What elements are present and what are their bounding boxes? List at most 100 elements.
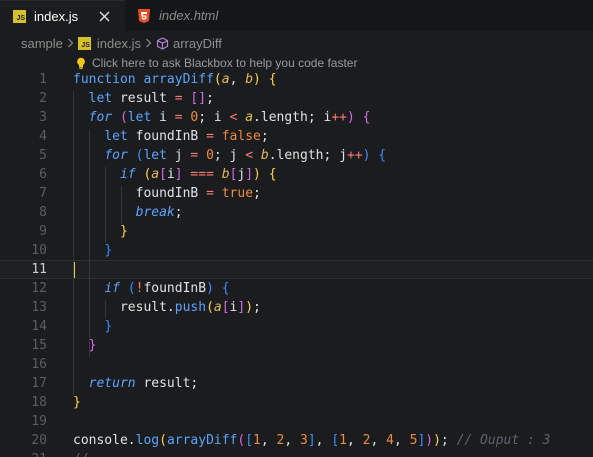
indent-guide (89, 129, 90, 357)
code-token: , (370, 433, 387, 448)
code-token: } (104, 319, 113, 334)
code-token: , (315, 433, 332, 448)
code-token: [ (221, 300, 230, 315)
code-token: if (119, 167, 136, 182)
code-token: log (135, 433, 160, 448)
code-token: = (206, 186, 214, 201)
code-token: ( (127, 281, 136, 296)
code-token: } (73, 395, 81, 410)
line-number: 10 (31, 243, 47, 258)
code-token: let (127, 110, 160, 125)
code-line[interactable]: 16 (0, 355, 593, 374)
code-token: for (104, 148, 128, 163)
code-line[interactable]: 19 (0, 412, 593, 431)
code-token: { (268, 72, 277, 87)
code-token: b (221, 167, 230, 182)
code-token: { (362, 110, 371, 125)
code-token: j (174, 148, 191, 163)
line-number: 16 (31, 357, 47, 372)
code-token: arrayDiff (143, 72, 214, 87)
code-token: i (159, 110, 175, 125)
code-token: ) (245, 300, 254, 315)
code-token: false (221, 129, 261, 144)
code-token: ; j (213, 148, 246, 163)
breadcrumb-label: arrayDiff (173, 35, 222, 51)
code-token: } (104, 243, 113, 258)
breadcrumb-folder[interactable]: sample (21, 36, 63, 51)
code-token: ; (260, 129, 269, 144)
breadcrumb-label: sample (21, 35, 63, 51)
code-line[interactable]: 2 let result = []; (0, 89, 593, 108)
code-token: a (213, 300, 222, 315)
code-line[interactable]: 21 // (0, 450, 593, 457)
code-token: , (229, 72, 246, 87)
code-token: let (104, 129, 136, 144)
code-line[interactable]: 17 return result; (0, 374, 593, 393)
code-token: .length; i (253, 110, 332, 125)
line-number: 5 (39, 148, 47, 163)
code-token: ) (425, 433, 434, 448)
breadcrumb-file[interactable]: JS index.js (77, 36, 141, 51)
tab-index-js[interactable]: JS index.js (0, 0, 125, 31)
code-token: i (166, 167, 175, 182)
blackbox-hint[interactable]: Click here to ask Blackbox to help you c… (76, 55, 357, 71)
code-token: ++ (331, 110, 347, 125)
code-token: ] (174, 167, 183, 182)
code-token: // Ouput : 3 (456, 433, 551, 448)
line-number: 18 (31, 395, 47, 410)
code-token: result (119, 91, 175, 106)
code-text: // (73, 450, 96, 457)
indent-guide (73, 91, 74, 395)
code-token: , (284, 433, 301, 448)
code-token: a (151, 167, 160, 182)
code-line[interactable]: 3 for (let i = 0; i < a.length; i++) { (0, 108, 593, 127)
line-number: 12 (31, 281, 47, 296)
code-token: true (221, 186, 254, 201)
code-token: [] (190, 91, 207, 106)
code-line[interactable]: 18} (0, 393, 593, 412)
code-token: ; (206, 91, 214, 106)
code-token: ; (440, 433, 457, 448)
blackbox-hint-text: Click here to ask Blackbox to help you c… (92, 56, 358, 70)
code-token: , (393, 433, 410, 448)
line-number: 14 (31, 319, 47, 334)
tab-index-html[interactable]: index.html (125, 0, 228, 31)
code-token: = (174, 110, 183, 125)
code-text: } (73, 241, 112, 260)
breadcrumb-symbol[interactable]: arrayDiff (156, 36, 222, 51)
code-token: 4 (386, 433, 394, 448)
code-editor[interactable]: 1 function arrayDiff(a, b) {2 let result … (0, 70, 593, 457)
indent-guide (121, 186, 122, 224)
code-token: ] (307, 433, 316, 448)
code-token: ( (159, 433, 167, 448)
code-token: arrayDiff (166, 433, 238, 448)
code-token: let (143, 148, 175, 163)
code-token: ) (206, 281, 214, 296)
code-token: ; (253, 300, 261, 315)
code-token: ; (253, 186, 261, 201)
line-number: 4 (39, 129, 47, 144)
code-token: a (245, 110, 254, 125)
editor-tab-bar: JS index.js index.html (0, 0, 593, 31)
code-token: [ (159, 167, 167, 182)
code-text: return result; (73, 374, 199, 393)
line-number: 6 (39, 167, 47, 182)
close-tab-icon[interactable] (97, 9, 111, 23)
javascript-file-icon: JS (77, 36, 91, 50)
code-token: console. (73, 433, 136, 448)
code-token: 3 (300, 433, 308, 448)
code-line[interactable]: 1 function arrayDiff(a, b) { (0, 70, 593, 89)
code-line[interactable]: 20 console.log(arrayDiff([1, 2, 3], [1, 2… (0, 431, 593, 450)
code-token: 0 (206, 148, 214, 163)
line-number: 2 (39, 91, 47, 106)
code-token: 1 (253, 433, 261, 448)
breadcrumb: sample JS index.js arrayDiff (0, 31, 593, 55)
lightbulb-icon (76, 57, 86, 70)
